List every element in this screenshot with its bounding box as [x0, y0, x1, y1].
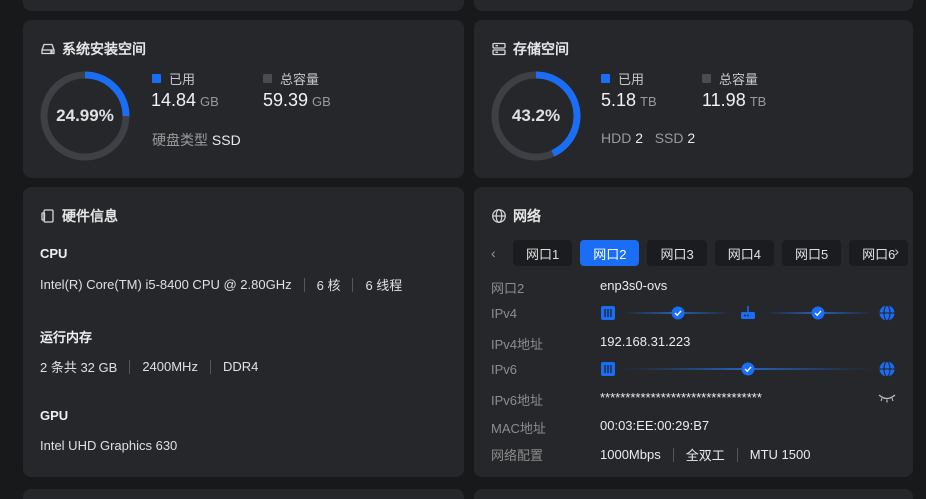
- ipv6-address-label: IPv6地址: [491, 393, 544, 408]
- check-circle-icon: [811, 306, 825, 320]
- tabs-scroll-right-icon[interactable]: ›: [894, 243, 899, 259]
- memory-details: 2 条共 32 GB 2400MHz DDR4: [40, 357, 258, 376]
- bottom-card-right-partial: [474, 489, 913, 499]
- tab-port-3[interactable]: 网口3: [647, 240, 707, 266]
- cpu-model: Intel(R) Core(TM) i5-8400 CPU @ 2.80GHz: [40, 277, 292, 292]
- storage-total-value: 11.98 TB: [702, 90, 767, 110]
- memory-heading: 运行内存: [40, 330, 93, 345]
- storage-total-legend: 总容量: [702, 69, 758, 88]
- memory-type: DDR4: [222, 359, 259, 374]
- storage-space-title: 存储空间: [491, 39, 569, 59]
- cpu-heading: CPU: [40, 246, 68, 261]
- system-total-value: 59.39 GB: [263, 90, 331, 110]
- port-device-icon: [601, 306, 615, 320]
- tab-port-6[interactable]: 网口6: [849, 240, 909, 266]
- port-interface: enp3s0-ovs: [600, 278, 668, 293]
- ipv4-label: IPv4: [491, 306, 518, 321]
- eye-closed-icon[interactable]: [878, 392, 896, 404]
- tab-port-2[interactable]: 网口2: [580, 240, 640, 266]
- mtu-value: MTU 1500: [749, 447, 811, 462]
- hardware-info-card: 硬件信息 CPU Intel(R) Core(TM) i5-8400 CPU @…: [23, 187, 464, 477]
- system-used-value: 14.84 GB: [151, 90, 219, 110]
- gpu-heading: GPU: [40, 408, 69, 423]
- port-label: 网口2: [491, 281, 525, 296]
- disk-type: 硬盘类型 SSD: [152, 132, 241, 148]
- ipv4-topology: [601, 304, 895, 322]
- network-port-tabs: ‹ 网口1 网口2 网口3 网口4 网口5 网口6: [491, 240, 914, 266]
- port-device-icon: [601, 362, 615, 376]
- ipv4-address: 192.168.31.223: [600, 334, 691, 349]
- disk-counts: HDD 2 SSD 2: [601, 130, 696, 146]
- mac-address: 00:03:EE:00:29:B7: [600, 418, 710, 433]
- ipv6-topology: [601, 360, 895, 378]
- server-icon: [492, 42, 506, 56]
- ipv6-address: ********************************: [600, 390, 762, 405]
- memory-size: 2 条共 32 GB: [40, 360, 118, 375]
- top-card-right-partial: [474, 0, 913, 11]
- system-used-legend: 已用: [152, 69, 195, 88]
- top-card-left-partial: [23, 0, 464, 11]
- check-circle-icon: [741, 362, 755, 376]
- link-speed: 1000Mbps: [600, 447, 661, 462]
- router-icon: [741, 306, 755, 319]
- globe-icon: [879, 360, 895, 378]
- network-card: 网络 ‹ 网口1 网口2 网口3 网口4 网口5 网口6 › 网口2 enp3s…: [474, 187, 913, 477]
- ipv6-label: IPv6: [491, 362, 518, 377]
- network-config-label: 网络配置: [491, 448, 544, 463]
- cpu-threads: 6 线程: [365, 278, 403, 293]
- gpu-model: Intel UHD Graphics 630: [40, 438, 178, 453]
- cpu-cores: 6 核: [316, 278, 341, 293]
- network-config: 1000Mbps 全双工 MTU 1500: [600, 445, 810, 464]
- storage-space-card: 存储空间 43.2% 已用 5.18 TB 总容量 11.98 TB HDD 2 S…: [474, 20, 913, 178]
- memory-speed: 2400MHz: [142, 359, 198, 374]
- bottom-card-left-partial: [23, 489, 464, 499]
- cpu-details: Intel(R) Core(TM) i5-8400 CPU @ 2.80GHz …: [40, 275, 402, 294]
- check-circle-icon: [671, 306, 685, 320]
- storage-used-legend: 已用: [601, 69, 644, 88]
- hardware-info-title: 硬件信息: [40, 206, 118, 226]
- globe-icon: [492, 209, 506, 223]
- tabs-scroll-left-icon[interactable]: ‹: [491, 245, 513, 261]
- system-usage-percent: 24.99%: [56, 106, 114, 125]
- tab-port-1[interactable]: 网口1: [513, 240, 573, 266]
- storage-usage-ring: 43.2%: [490, 70, 582, 162]
- storage-usage-percent: 43.2%: [511, 106, 561, 125]
- ipv4-address-label: IPv4地址: [491, 337, 544, 352]
- system-usage-ring: 24.99%: [39, 70, 131, 162]
- storage-used-value: 5.18 TB: [601, 90, 657, 110]
- mac-address-label: MAC地址: [491, 421, 546, 436]
- globe-icon: [879, 304, 895, 322]
- duplex-mode: 全双工: [685, 448, 725, 463]
- network-title: 网络: [491, 206, 541, 226]
- system-total-legend: 总容量: [263, 69, 319, 88]
- system-space-title: 系统安装空间: [40, 39, 146, 59]
- chip-icon: [41, 209, 54, 223]
- hard-drive-icon: [41, 43, 55, 55]
- tab-port-5[interactable]: 网口5: [781, 240, 842, 266]
- tab-port-4[interactable]: 网口4: [714, 240, 774, 266]
- system-space-card: 系统安装空间 24.99% 已用 14.84 GB 总容量 59.39 GB 硬盘类…: [23, 20, 464, 178]
